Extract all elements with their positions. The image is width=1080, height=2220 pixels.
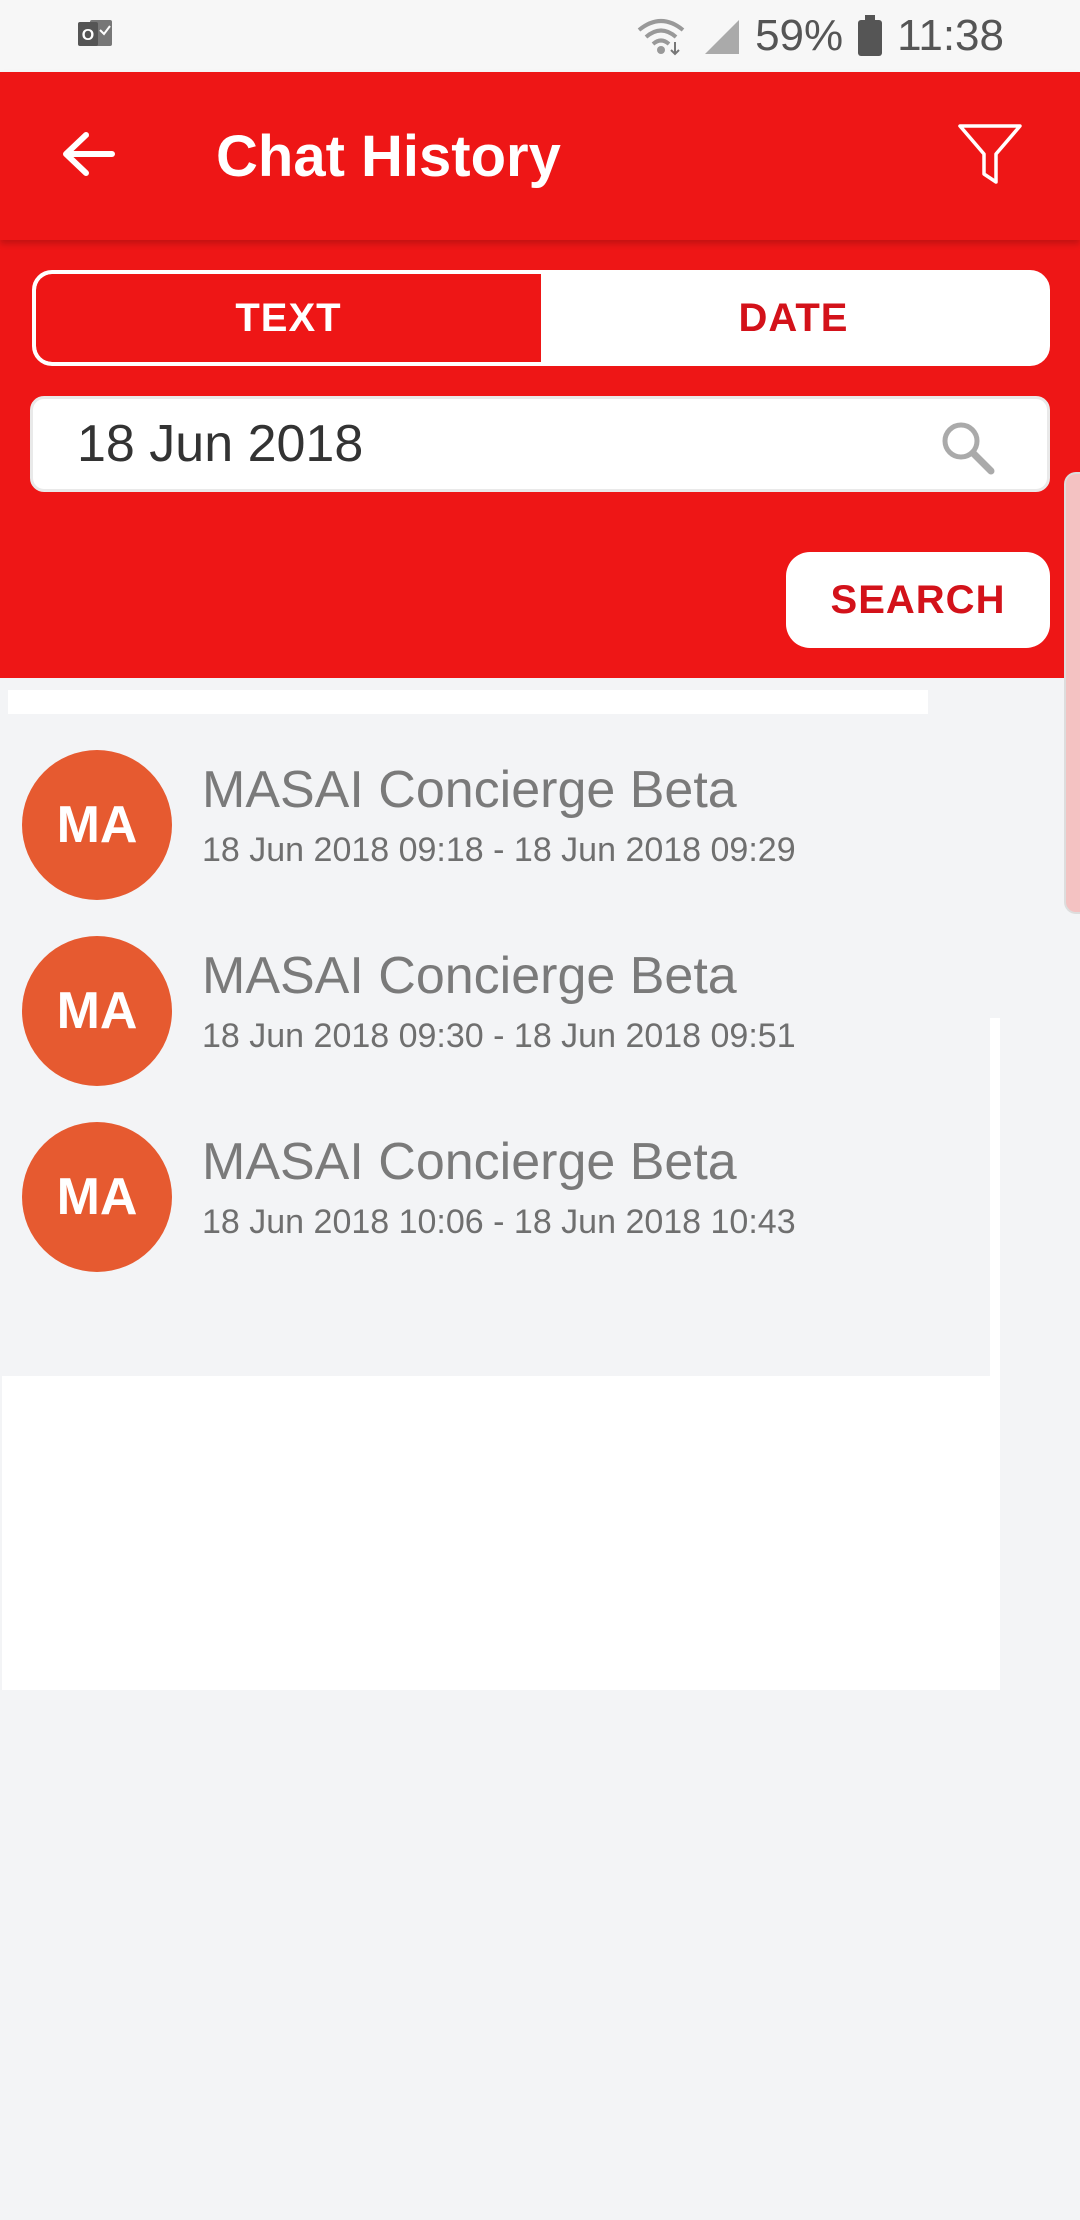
signal-icon	[701, 16, 741, 56]
avatar: MA	[22, 936, 172, 1086]
svg-text:O: O	[82, 27, 94, 44]
tab-text[interactable]: TEXT	[36, 274, 541, 362]
search-panel: TEXT DATE SEARCH	[0, 240, 1080, 678]
search-input[interactable]	[77, 414, 897, 474]
battery-percent: 59%	[755, 11, 844, 60]
outlook-icon: O	[78, 18, 114, 50]
wifi-icon	[635, 16, 687, 56]
arrow-left-icon	[60, 130, 116, 183]
search-mode-toggle: TEXT DATE	[32, 270, 1050, 366]
avatar: MA	[22, 1122, 172, 1272]
list-item[interactable]: MA MASAI Concierge Beta 18 Jun 2018 09:3…	[0, 922, 990, 1108]
filter-icon	[957, 122, 1023, 191]
battery-icon	[857, 15, 883, 57]
chat-time-range: 18 Jun 2018 09:18 - 18 Jun 2018 09:29	[202, 831, 796, 869]
chat-time-range: 18 Jun 2018 09:30 - 18 Jun 2018 09:51	[202, 1017, 796, 1055]
page-title: Chat History	[216, 124, 561, 189]
chat-name: MASAI Concierge Beta	[202, 761, 737, 819]
chat-list: MA MASAI Concierge Beta 18 Jun 2018 09:1…	[0, 736, 990, 1376]
chat-time-range: 18 Jun 2018 10:06 - 18 Jun 2018 10:43	[202, 1203, 796, 1241]
status-bar: O 59% 11:38	[0, 0, 1080, 72]
status-indicators: 59% 11:38	[635, 0, 1004, 72]
avatar: MA	[22, 750, 172, 900]
clock: 11:38	[897, 11, 1004, 60]
filter-button[interactable]	[950, 116, 1030, 196]
scroll-indicator[interactable]	[1064, 472, 1080, 914]
tab-date[interactable]: DATE	[541, 274, 1046, 362]
list-item[interactable]: MA MASAI Concierge Beta 18 Jun 2018 09:1…	[0, 736, 990, 922]
divider	[8, 690, 928, 714]
app-bar: Chat History	[0, 72, 1080, 240]
back-button[interactable]	[48, 116, 128, 196]
chat-name: MASAI Concierge Beta	[202, 947, 737, 1005]
chat-name: MASAI Concierge Beta	[202, 1133, 737, 1191]
magnifier-icon[interactable]	[939, 419, 995, 475]
search-field	[30, 396, 1050, 492]
search-button[interactable]: SEARCH	[786, 552, 1050, 648]
list-item[interactable]: MA MASAI Concierge Beta 18 Jun 2018 10:0…	[0, 1108, 990, 1294]
